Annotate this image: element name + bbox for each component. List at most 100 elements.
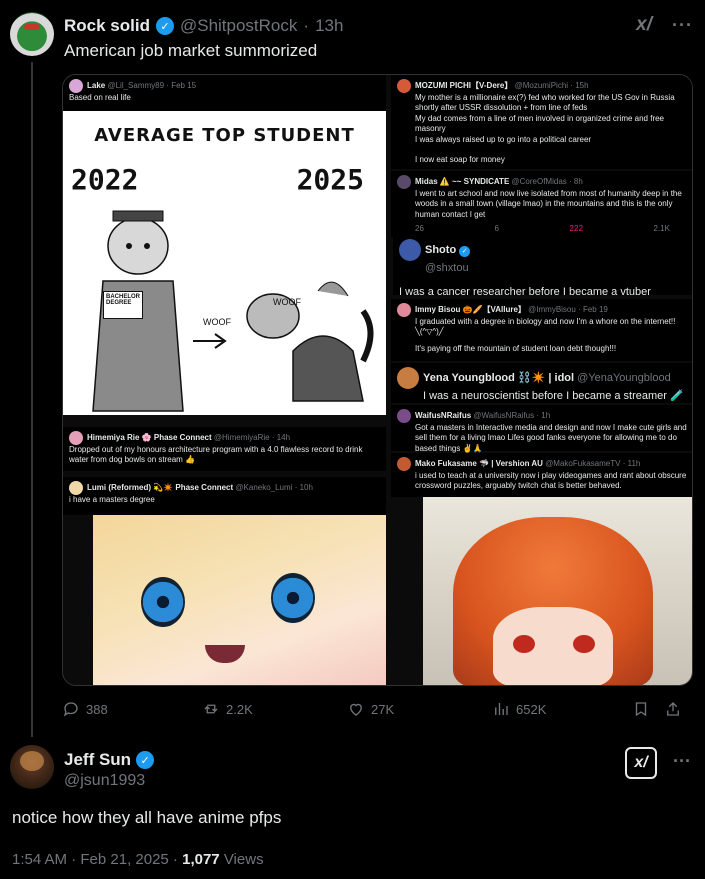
avatar-icon <box>397 175 411 189</box>
embedded-tweet-waifus: WaifusNRaifus @WaifusNRaifus · 1h Got a … <box>391 405 692 453</box>
avatar-icon <box>69 431 83 445</box>
avatar-rock-solid[interactable] <box>10 12 54 56</box>
author-name[interactable]: Jeff Sun <box>64 750 131 770</box>
avatar-icon <box>397 79 411 93</box>
tweet-stats: 26 6 222 2.1K <box>397 220 688 234</box>
tweet-date: Feb 15 <box>171 81 197 91</box>
face-graphic <box>493 607 613 685</box>
diploma-sign: BACHELOR DEGREE <box>103 291 143 319</box>
comic-year-right: 2025 <box>296 163 364 196</box>
anime-character-image-blonde <box>93 515 386 685</box>
tweet-handle: @MozumiPichi <box>514 81 569 91</box>
like-count: 222 <box>569 224 583 234</box>
post-text: notice how they all have anime pfps <box>12 808 282 827</box>
woof-text: WOOF <box>273 297 301 307</box>
tweet-time: 15h <box>575 81 589 91</box>
tweet-author: WaifusNRaifus <box>415 411 472 421</box>
view-count: 652K <box>516 701 547 717</box>
avatar-icon <box>399 239 421 261</box>
tweet-handle: @Lil_Sammy89 <box>107 81 165 91</box>
tweet-author: Immy Bisou 🎃🥖【VAllure】 <box>415 305 526 315</box>
tweet-text: I graduated with a degree in biology and… <box>415 317 676 337</box>
repost-count: 2.2K <box>226 701 253 717</box>
repost-count: 6 <box>494 224 499 234</box>
tweet-author: Lumi (Reformed) 💫✴️ Phase Connect <box>87 483 234 493</box>
eye-graphic <box>141 577 185 627</box>
embedded-tweet-lumi: Lumi (Reformed) 💫✴️ Phase Connect @Kanek… <box>63 477 386 515</box>
avatar-icon <box>69 79 83 93</box>
tweet-time: 1h <box>541 411 551 421</box>
tweet-time: 14h <box>276 433 291 443</box>
heart-icon <box>350 703 362 716</box>
tweet-handle: @Kaneko_Lumi <box>235 483 293 493</box>
grok-button[interactable]: x/ <box>625 747 657 779</box>
bookmark-button[interactable] <box>632 700 664 718</box>
repost-icon <box>204 704 218 714</box>
author-handle[interactable]: @ShitpostRock <box>180 16 297 36</box>
tweet-text: Dropped out of my honours architecture p… <box>69 445 363 465</box>
analytics-icon <box>495 703 508 715</box>
tweet-handle: @ImmyBisou <box>528 305 576 315</box>
separator-dot: · <box>303 16 310 35</box>
view-count: 2.1K <box>653 224 670 234</box>
repost-button[interactable]: 2.2K <box>202 700 347 718</box>
tweet-text: I went to art school and now live isolat… <box>415 189 682 219</box>
embedded-tweet-immy: Immy Bisou 🎃🥖【VAllure】 @ImmyBisou · Feb … <box>391 299 692 361</box>
post-media-image[interactable]: Lake @Lil_Sammy89 · Feb 15 Based on real… <box>62 74 693 686</box>
post-action-bar: 388 2.2K 27K 652K <box>62 700 697 718</box>
more-options-icon[interactable]: ··· <box>672 15 693 36</box>
comic-image: AVERAGE TOP STUDENT 2022 2025 BACHELOR D… <box>63 111 386 415</box>
verified-badge-icon: ✓ <box>459 245 471 257</box>
tweet-handle: @shxtou <box>425 262 469 274</box>
tweet-time: 10h <box>299 483 313 493</box>
views-count: 1,077 <box>182 851 220 868</box>
tweet-author: Shoto <box>425 243 457 256</box>
embedded-tweet-yena: Yena Youngblood ⛓️✴️ | idol @YenaYoungbl… <box>391 363 692 403</box>
post-text: American job market summorized <box>64 41 318 60</box>
views-button[interactable]: 652K <box>492 700 632 718</box>
embedded-tweet-midas: Midas ⚠️ ~~ SYNDICATE @CoreOfMidas · 8h … <box>391 171 692 237</box>
bookmark-icon <box>635 702 647 717</box>
tweet-author: Midas ⚠️ ~~ SYNDICATE <box>415 177 510 187</box>
post-metadata: 1:54 AM · Feb 21, 2025 · 1,077 Views <box>12 851 264 868</box>
avatar-icon <box>397 457 411 471</box>
tweet-handle: @CoreOfMidas <box>511 177 567 187</box>
post-top-actions: x/ ··· <box>636 14 693 36</box>
tweet-handle: @MakoFukasameTV <box>545 459 621 469</box>
reply-count: 388 <box>86 701 108 717</box>
post-time[interactable]: 13h <box>315 16 343 36</box>
embedded-tweet-lake: Lake @Lil_Sammy89 · Feb 15 Based on real… <box>63 75 386 111</box>
embedded-tweet-mozumi: MOZUMI PICHI【V-Dere】 @MozumiPichi · 15h … <box>391 75 692 169</box>
like-button[interactable]: 27K <box>347 700 492 718</box>
tweet-handle: @YenaYoungblood <box>577 371 671 384</box>
tweet-text: It's paying off the mountain of student … <box>415 343 617 353</box>
grok-icon[interactable]: x/ <box>636 14 652 36</box>
reply-count: 26 <box>415 224 424 234</box>
post-timestamp[interactable]: 1:54 AM · Feb 21, 2025 · <box>12 851 182 868</box>
embedded-tweet-shoto: Shoto ✓ @shxtou I was a cancer researche… <box>393 235 692 298</box>
reply-button[interactable]: 388 <box>62 700 202 718</box>
author-name[interactable]: Rock solid <box>64 16 150 36</box>
avatar-icon <box>397 367 419 389</box>
avatar-icon <box>397 303 411 317</box>
avatar-icon <box>69 481 83 495</box>
avatar-jeff-sun[interactable] <box>10 745 54 789</box>
reply-icon <box>63 702 78 717</box>
more-options-icon[interactable]: ··· <box>673 751 691 772</box>
like-count: 27K <box>371 701 395 717</box>
main-post: Jeff Sun ✓ @jsun1993 x/ ··· notice how t… <box>0 735 705 879</box>
share-button[interactable] <box>664 700 682 718</box>
views-label: Views <box>219 851 264 868</box>
tweet-text: I was a cancer researcher before I becam… <box>399 286 651 299</box>
verified-badge-icon: ✓ <box>136 751 155 769</box>
tweet-text: Got a masters in Interactive media and d… <box>415 423 687 453</box>
share-icon <box>667 702 679 716</box>
tweet-text: i have a masters degree <box>69 495 155 504</box>
tweet-text: i used to teach at a university now i pl… <box>415 471 687 491</box>
eye-graphic <box>271 573 315 623</box>
author-handle[interactable]: @jsun1993 <box>64 772 145 790</box>
embedded-tweet-mako: Mako Fukasame 🦈 | Vershion AU @MakoFukas… <box>391 453 692 497</box>
anime-character-image-redhead <box>423 497 692 685</box>
tweet-text: My mother is a millionaire ex(?) fed who… <box>415 93 675 165</box>
main-author-row: Jeff Sun ✓ <box>64 750 155 770</box>
